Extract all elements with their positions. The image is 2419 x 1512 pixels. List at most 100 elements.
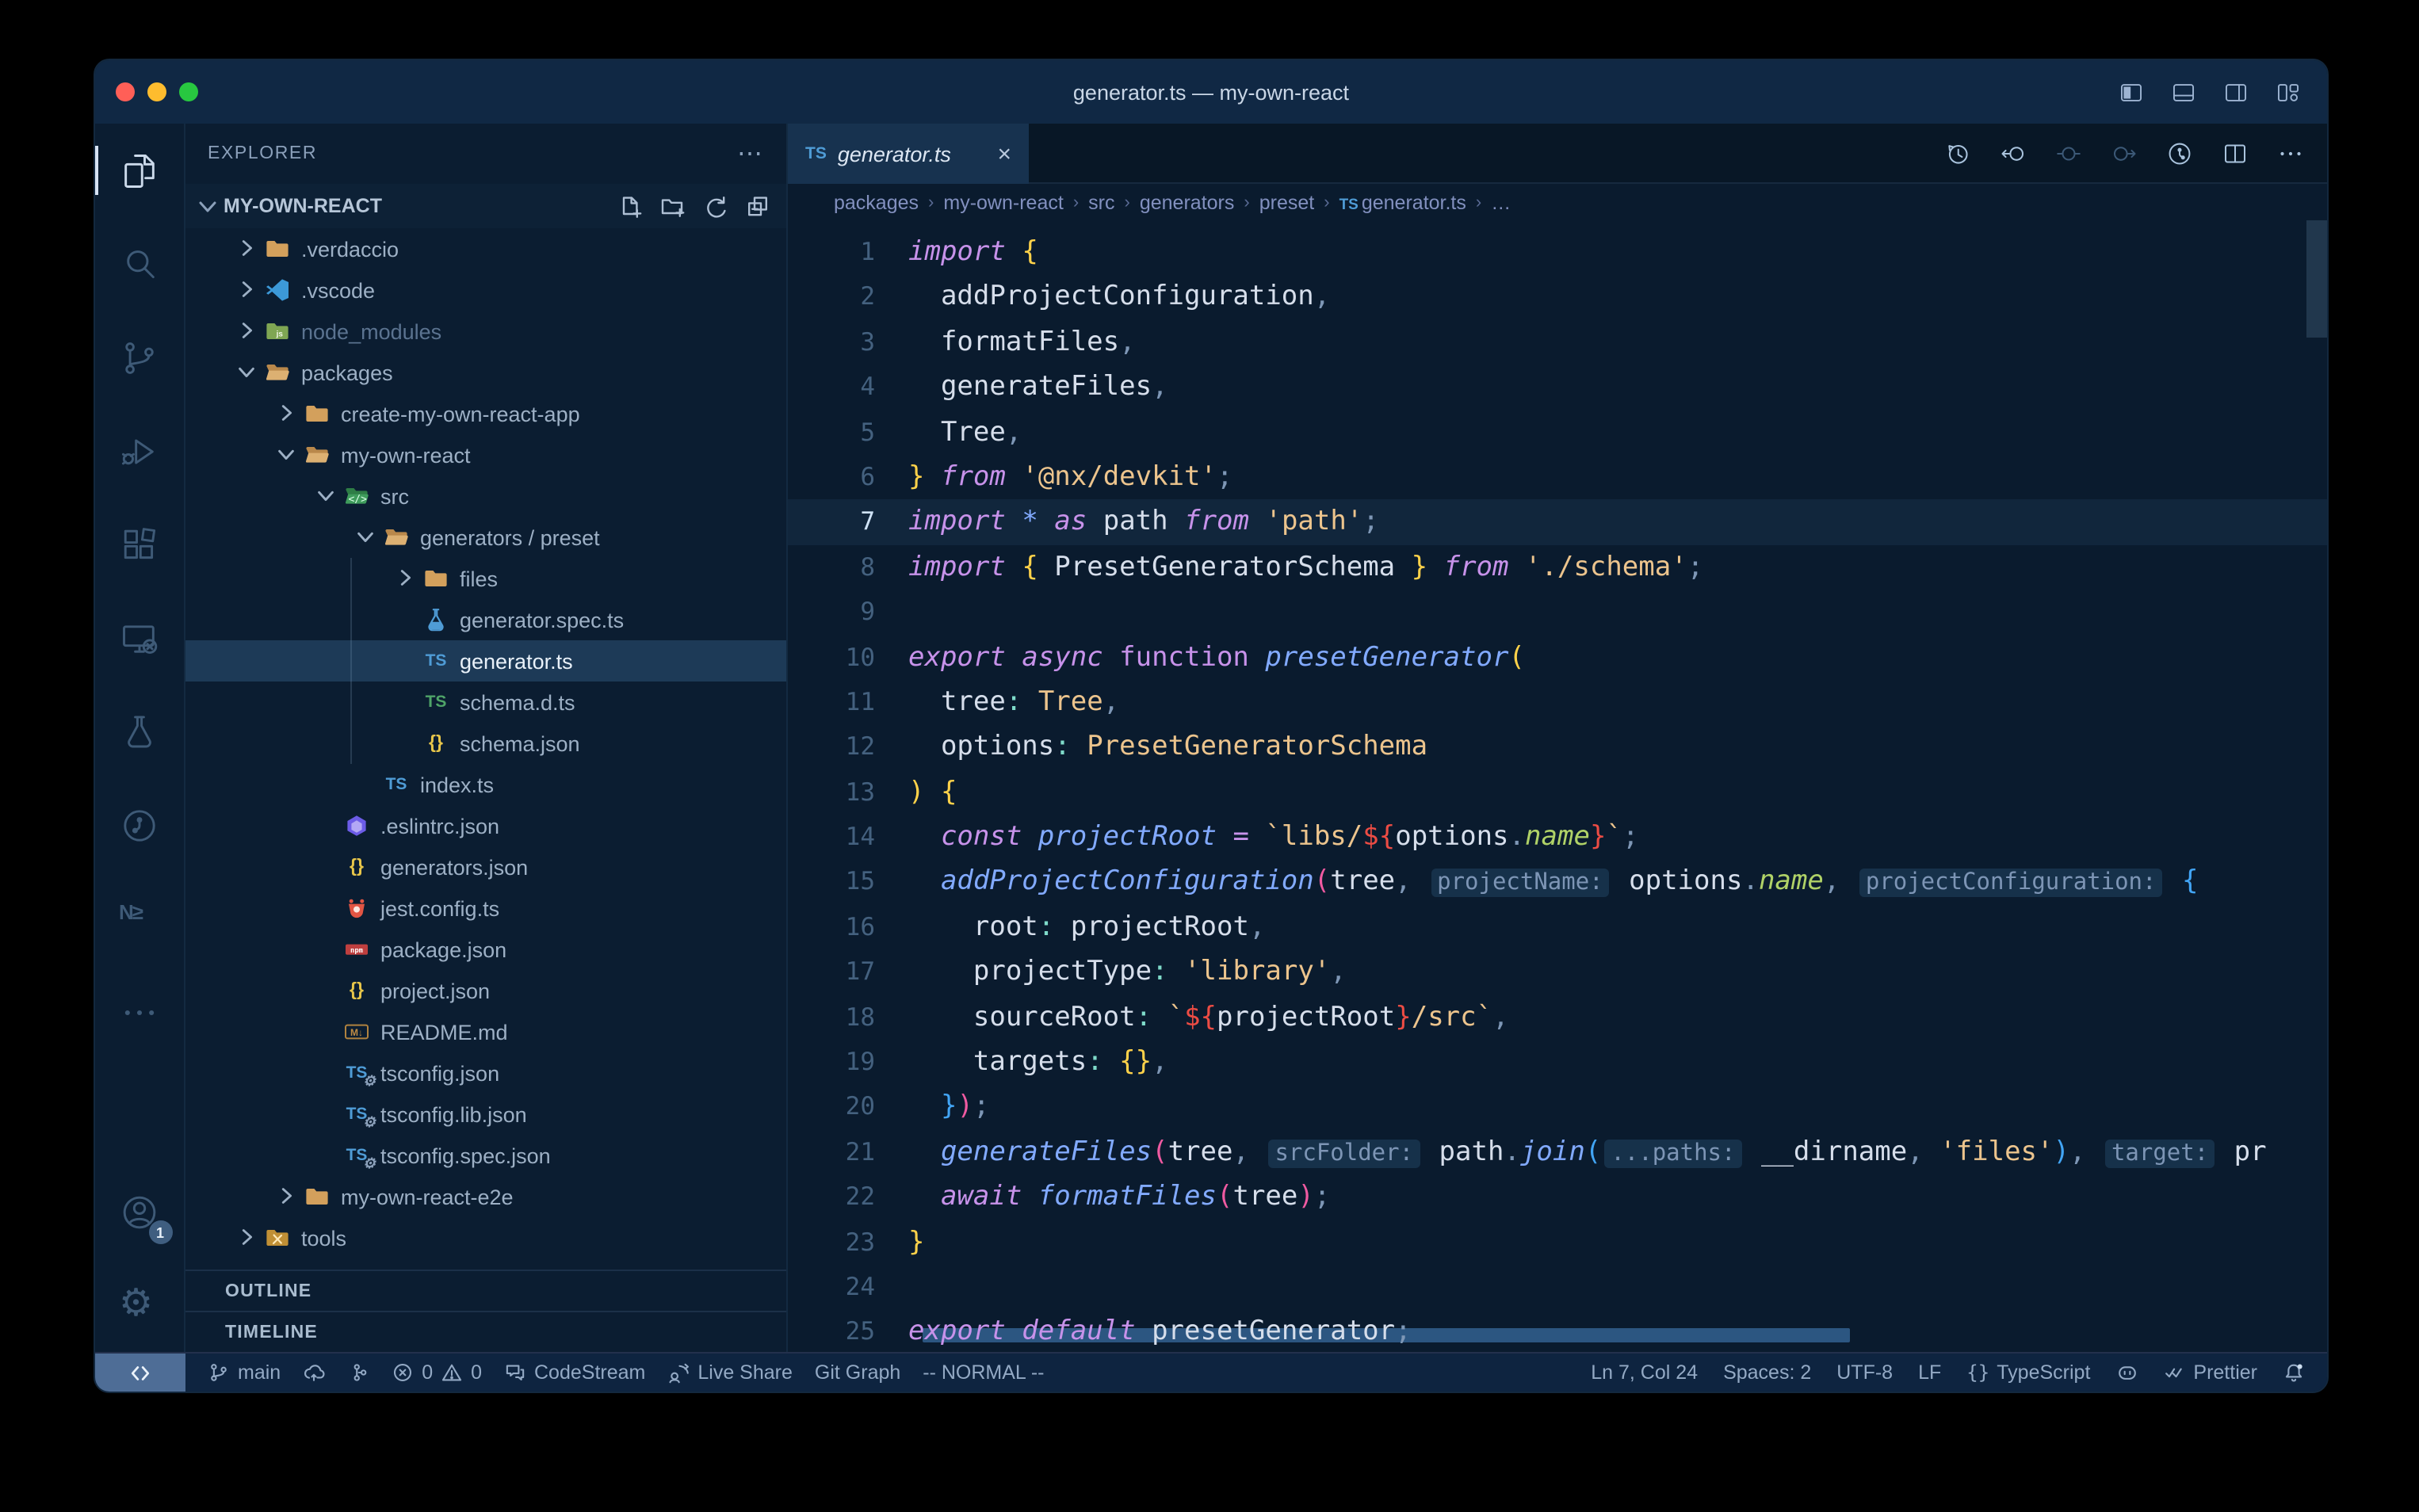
tree-item-generators-preset[interactable]: generators / preset [185, 517, 786, 558]
status-eol[interactable]: LF [1918, 1361, 1941, 1384]
code-line-2[interactable]: 2addProjectConfiguration, [788, 275, 2327, 320]
status-codestream[interactable]: CodeStream [504, 1361, 645, 1384]
section-timeline[interactable]: TIMELINE [185, 1311, 786, 1352]
code-line-17[interactable]: 17projectType: 'library', [788, 950, 2327, 995]
activity-item-extensions[interactable] [94, 498, 185, 591]
status-cursor-position[interactable]: Ln 7, Col 24 [1591, 1361, 1698, 1384]
activity-item-remote-explorer[interactable] [94, 591, 185, 685]
status-language[interactable]: {}TypeScript [1966, 1361, 2090, 1384]
code-line-21[interactable]: 21generateFiles(tree, srcFolder: path.jo… [788, 1130, 2327, 1175]
tree-item-my-own-react[interactable]: my-own-react [185, 434, 786, 475]
code-line-6[interactable]: 6} from '@nx/devkit'; [788, 455, 2327, 500]
activity-item-search[interactable] [94, 217, 185, 311]
code-line-10[interactable]: 10export async function presetGenerator( [788, 635, 2327, 680]
tree-item-generator-ts[interactable]: TSgenerator.ts [185, 640, 786, 682]
tree-item-src[interactable]: </>src [185, 475, 786, 517]
code-line-3[interactable]: 3formatFiles, [788, 320, 2327, 365]
window-control-zoom[interactable] [179, 82, 198, 101]
line-number[interactable]: 1 [788, 230, 908, 275]
line-number[interactable]: 6 [788, 455, 908, 500]
breadcrumb-item[interactable]: … [1491, 191, 1511, 213]
tree-item-project-json[interactable]: {}project.json [185, 970, 786, 1011]
code-line-16[interactable]: 16root: projectRoot, [788, 905, 2327, 950]
tree-item-generator-spec-ts[interactable]: generator.spec.ts [185, 599, 786, 640]
tree-item-create-my-own-react-app[interactable]: create-my-own-react-app [185, 393, 786, 434]
code-editor[interactable]: 1import {2addProjectConfiguration,3forma… [788, 220, 2327, 1352]
layout-panel-icon[interactable] [2170, 78, 2197, 105]
line-number[interactable]: 20 [788, 1085, 908, 1130]
tree-item-schema-json[interactable]: {}schema.json [185, 723, 786, 764]
status-branch[interactable]: main [208, 1361, 281, 1384]
tree-item-tsconfig-spec-json[interactable]: TS⚙tsconfig.spec.json [185, 1135, 786, 1176]
activity-item-source-control[interactable] [94, 311, 185, 404]
code-line-19[interactable]: 19targets: {}, [788, 1040, 2327, 1085]
line-number[interactable]: 8 [788, 544, 908, 590]
status-live-share[interactable]: Live Share [667, 1361, 793, 1384]
breadcrumb-item[interactable]: preset [1259, 191, 1315, 213]
line-number[interactable]: 16 [788, 905, 908, 950]
status-prettier[interactable]: Prettier [2163, 1361, 2257, 1384]
explorer-more-actions[interactable]: ⋯ [737, 138, 764, 170]
layout-grid-icon[interactable] [2275, 78, 2302, 105]
history-icon[interactable] [1943, 139, 1972, 167]
line-number[interactable]: 25 [788, 1310, 908, 1352]
code-line-18[interactable]: 18sourceRoot: `${projectRoot}/src`, [788, 995, 2327, 1040]
tree-item-package-json[interactable]: npmpackage.json [185, 929, 786, 970]
code-line-25[interactable]: 25export default presetGenerator; [788, 1310, 2327, 1352]
status-commit-graph[interactable] [347, 1361, 369, 1384]
line-number[interactable]: 23 [788, 1220, 908, 1265]
line-number[interactable]: 15 [788, 860, 908, 905]
code-line-4[interactable]: 4generateFiles, [788, 365, 2327, 410]
line-number[interactable]: 24 [788, 1265, 908, 1310]
line-number[interactable]: 19 [788, 1040, 908, 1085]
line-number[interactable]: 4 [788, 365, 908, 410]
split-editor-icon[interactable] [2221, 139, 2249, 167]
activity-item-testing[interactable] [94, 685, 185, 778]
layout-sidebar-right-icon[interactable] [2222, 78, 2249, 105]
tree-item-jest-config-ts[interactable]: jest.config.ts [185, 888, 786, 929]
code-line-9[interactable]: 9 [788, 590, 2327, 635]
breadcrumb-item[interactable]: TSgenerator.ts [1339, 191, 1466, 213]
tree-item--vscode[interactable]: .vscode [185, 269, 786, 311]
window-control-close[interactable] [116, 82, 135, 101]
line-number[interactable]: 18 [788, 995, 908, 1040]
status-copilot[interactable] [2115, 1361, 2138, 1384]
project-root-row[interactable]: MY-OWN-REACT [185, 184, 786, 228]
activity-item-settings[interactable]: ⚙ [94, 1258, 185, 1352]
breadcrumb-item[interactable]: packages [834, 191, 919, 213]
line-number[interactable]: 7 [788, 500, 908, 545]
code-line-13[interactable]: 13) { [788, 769, 2327, 815]
status-indentation[interactable]: Spaces: 2 [1723, 1361, 1811, 1384]
status-notifications[interactable] [2283, 1361, 2305, 1384]
status-publish[interactable] [303, 1361, 325, 1384]
status-vim-mode[interactable]: -- NORMAL -- [923, 1361, 1044, 1384]
close-tab-icon[interactable]: × [997, 140, 1011, 167]
window-control-minimize[interactable] [147, 82, 166, 101]
code-line-14[interactable]: 14const projectRoot = `libs/${options.na… [788, 815, 2327, 860]
line-number[interactable]: 5 [788, 410, 908, 455]
code-line-12[interactable]: 12options: PresetGeneratorSchema [788, 725, 2327, 770]
status-problems[interactable]: 00 [392, 1361, 482, 1384]
code-line-8[interactable]: 8import { PresetGeneratorSchema } from '… [788, 544, 2327, 590]
activity-item-accounts[interactable]: 1 [94, 1165, 185, 1258]
tree-item-packages[interactable]: packages [185, 352, 786, 393]
tree-item--verdaccio[interactable]: .verdaccio [185, 228, 786, 269]
line-number[interactable]: 11 [788, 680, 908, 725]
activity-item-codestream[interactable] [94, 778, 185, 872]
line-number[interactable]: 17 [788, 950, 908, 995]
status-git-graph[interactable]: Git Graph [815, 1361, 900, 1384]
change-icon[interactable] [2054, 139, 2083, 167]
breadcrumb-item[interactable]: src [1088, 191, 1114, 213]
line-number[interactable]: 2 [788, 275, 908, 320]
layout-sidebar-left-icon[interactable] [2118, 78, 2145, 105]
code-line-7[interactable]: 7import * as path from 'path'; [788, 500, 2327, 545]
tree-item-schema-d-ts[interactable]: TSschema.d.ts [185, 682, 786, 723]
titlebar[interactable]: generator.ts — my-own-react [95, 60, 2327, 124]
git-circle-icon[interactable] [2165, 139, 2194, 167]
breadcrumb-item[interactable]: my-own-react [943, 191, 1063, 213]
activity-item-nx-console[interactable]: N≥ [94, 872, 185, 965]
status-remote[interactable] [95, 1353, 185, 1392]
activity-item-more-views[interactable] [94, 965, 185, 1059]
tree-item-files[interactable]: files [185, 558, 786, 599]
code-line-23[interactable]: 23} [788, 1220, 2327, 1265]
